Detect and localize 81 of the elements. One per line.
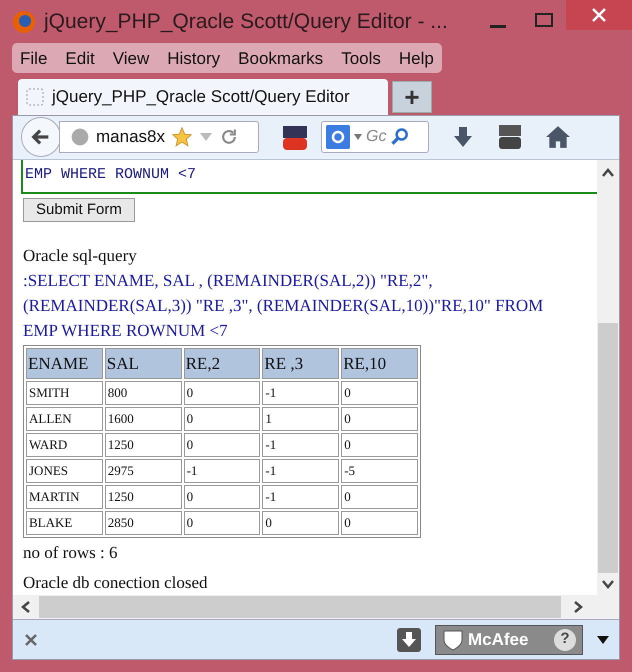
security-badge[interactable]: McAfee ? xyxy=(435,624,583,655)
table-cell: SMITH xyxy=(26,381,103,406)
table-cell: WARD xyxy=(26,433,103,458)
column-header: ENAME xyxy=(26,348,103,380)
table-cell: -1 xyxy=(262,485,340,510)
back-button[interactable] xyxy=(21,117,61,158)
menu-item[interactable]: View xyxy=(112,46,150,72)
menu-item[interactable]: Bookmarks xyxy=(238,46,324,72)
dropdown-icon xyxy=(198,132,213,142)
video-logo-icon[interactable] xyxy=(497,123,523,152)
query-text-area[interactable]: EMP WHERE ROWNUM <7 xyxy=(21,160,597,194)
table-cell: 0 xyxy=(262,511,340,536)
close-button[interactable] xyxy=(566,0,632,30)
menu-item[interactable]: History xyxy=(167,46,220,72)
table-cell: 2850 xyxy=(104,511,182,536)
vertical-scrollbar[interactable] xyxy=(597,160,619,596)
search-field[interactable]: Gc xyxy=(321,121,429,154)
table-cell: 2975 xyxy=(104,459,182,484)
tab-title: jQuery_PHP_Qracle Scott/Query Editor xyxy=(52,86,350,108)
menu-item[interactable]: File xyxy=(20,46,48,72)
table-cell: 0 xyxy=(341,511,418,536)
home-icon[interactable] xyxy=(545,124,571,150)
table-cell: 0 xyxy=(184,485,260,510)
result-heading: Oracle sql-query xyxy=(23,244,138,267)
table-cell: -1 xyxy=(262,381,340,406)
globe-icon xyxy=(70,127,90,148)
status-text: Oracle db conection closed xyxy=(23,572,209,594)
table-cell: 0 xyxy=(184,433,260,458)
table-cell: 0 xyxy=(184,511,260,536)
close-icon xyxy=(592,8,606,22)
dropdown-icon[interactable] xyxy=(597,636,609,644)
download-icon[interactable] xyxy=(397,628,421,652)
table-cell: 800 xyxy=(104,381,182,406)
address-field[interactable]: manas8x xyxy=(59,121,259,154)
sql-query-text: :SELECT ENAME, SAL , (REMAINDER(SAL,2)) "RE,2", (REMAINDER(SAL,3)) "RE ,3", (REMAINDER(SAL,10))"RE,10" FROM EMP WHERE ROWNUM <7 xyxy=(23,270,544,342)
column-header: RE,10 xyxy=(341,348,418,380)
menu-item[interactable]: Edit xyxy=(65,46,95,72)
menu-item[interactable]: Tools xyxy=(341,46,381,72)
window-title: jQuery_PHP_Qracle Scott/Query Editor - ... xyxy=(44,8,448,35)
page-icon xyxy=(26,88,44,106)
table-cell: BLAKE xyxy=(26,511,103,536)
submit-button[interactable]: Submit Form xyxy=(23,198,135,222)
new-tab-button[interactable]: + xyxy=(392,80,432,113)
column-header: RE ,3 xyxy=(262,348,340,380)
search-icon xyxy=(390,127,410,148)
table-cell: 0 xyxy=(341,381,418,406)
row-count-text: no of rows : 6 xyxy=(23,542,118,564)
badge-label: McAfee xyxy=(468,628,528,651)
search-placeholder: Gc xyxy=(366,127,386,148)
column-header: RE,2 xyxy=(184,348,260,380)
close-icon[interactable] xyxy=(25,634,37,646)
table-cell: 1600 xyxy=(104,407,182,432)
scrollbar-thumb[interactable] xyxy=(39,596,561,618)
menu-item[interactable]: Help xyxy=(398,46,434,72)
table-cell: MARTIN xyxy=(26,485,103,510)
dropdown-icon xyxy=(354,134,362,140)
table-cell: ALLEN xyxy=(26,407,103,432)
table-cell: -5 xyxy=(341,459,418,484)
scrollbar-thumb[interactable] xyxy=(598,323,618,574)
search-engine-icon xyxy=(326,125,350,150)
table-cell: -1 xyxy=(184,459,260,484)
browser-tab[interactable]: jQuery_PHP_Qracle Scott/Query Editor xyxy=(18,78,388,115)
column-header: SAL xyxy=(104,348,182,380)
table-cell: 1250 xyxy=(104,485,182,510)
table-cell: 0 xyxy=(184,407,260,432)
help-icon[interactable]: ? xyxy=(554,628,576,651)
query-text: EMP WHERE ROWNUM <7 xyxy=(25,165,196,186)
table-cell: 0 xyxy=(341,485,418,510)
table-cell: 1250 xyxy=(104,433,182,458)
table-cell: 0 xyxy=(184,381,260,406)
shield-icon xyxy=(442,628,464,652)
star-icon xyxy=(170,126,193,148)
table-cell: 0 xyxy=(341,433,418,458)
table-cell: JONES xyxy=(26,459,103,484)
url-text: manas8x xyxy=(96,126,165,148)
browser-logo-icon xyxy=(12,10,36,34)
table-cell: 0 xyxy=(341,407,418,432)
horizontal-scrollbar[interactable] xyxy=(13,595,619,620)
table-cell: 1 xyxy=(262,407,340,432)
table-cell: -1 xyxy=(262,459,340,484)
table-cell: -1 xyxy=(262,433,340,458)
